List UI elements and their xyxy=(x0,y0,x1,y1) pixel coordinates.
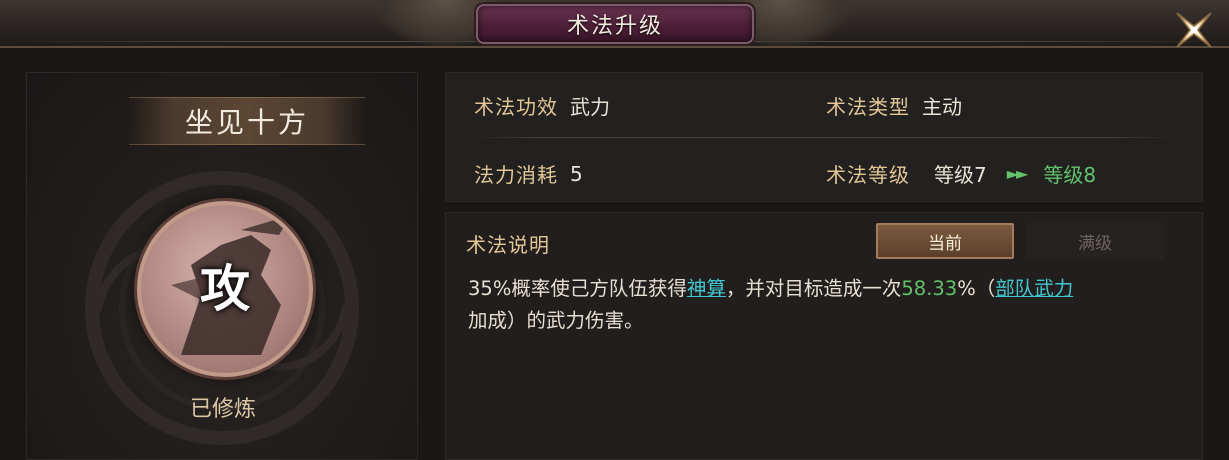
close-icon xyxy=(1176,12,1212,48)
level-current: 等级7 xyxy=(934,163,987,187)
upgrade-arrow-icon: ►► xyxy=(1006,164,1029,183)
level-label: 术法等级 xyxy=(826,163,910,187)
effect-value: 武力 xyxy=(570,95,610,119)
description-segment: ，并对目标造成一次 xyxy=(725,277,902,300)
description-segment: 加成）的武力伤害。 xyxy=(468,309,644,332)
effect-row: 术法功效 武力 xyxy=(474,91,610,120)
window-title-plate: 术法升级 xyxy=(476,4,754,44)
keyword-link-troop-force[interactable]: 部队武力 xyxy=(995,277,1073,300)
damage-ratio-value: 58.33 xyxy=(901,277,958,300)
skill-info-panel: 术法功效 武力 术法类型 主动 法力消耗 5 术法等级 等级7 ►► 等级8 xyxy=(445,72,1203,202)
cost-value: 5 xyxy=(570,161,583,186)
keyword-link-shensuan[interactable]: 神算 xyxy=(687,277,726,300)
info-divider xyxy=(474,137,1174,138)
window-title: 术法升级 xyxy=(566,14,663,39)
tab-max-level[interactable]: 满级 xyxy=(1026,223,1164,259)
level-next: 等级8 xyxy=(1043,163,1097,187)
description-text: 35%概率使己方队伍获得神算，并对目标造成一次58.33%（部队武力加成）的武力… xyxy=(468,273,1180,337)
tab-current[interactable]: 当前 xyxy=(876,223,1014,259)
skill-status: 已修炼 xyxy=(189,397,256,422)
description-title: 术法说明 xyxy=(466,233,550,257)
type-label: 术法类型 xyxy=(826,95,910,119)
description-segment: 35%概率使己方队伍获得 xyxy=(468,277,687,300)
skill-icon[interactable]: 攻 xyxy=(137,201,313,377)
cost-label: 法力消耗 xyxy=(474,163,558,187)
skill-description-panel: 术法说明 当前 满级 35%概率使己方队伍获得神算，并对目标造成一次58.33%… xyxy=(445,212,1203,460)
type-value: 主动 xyxy=(922,95,962,119)
effect-label: 术法功效 xyxy=(474,95,558,119)
close-button[interactable] xyxy=(1168,4,1220,56)
cost-row: 法力消耗 5 xyxy=(474,159,583,188)
skill-portrait-panel: 坐见十方 攻 已修炼 xyxy=(26,72,418,460)
level-row: 术法等级 等级7 ►► 等级8 xyxy=(826,159,1096,188)
type-row: 术法类型 主动 xyxy=(826,91,962,120)
skill-name-banner: 坐见十方 xyxy=(129,97,365,145)
skill-type-character: 攻 xyxy=(200,259,250,318)
description-segment: %（ xyxy=(957,277,996,300)
skill-name: 坐见十方 xyxy=(184,106,309,139)
